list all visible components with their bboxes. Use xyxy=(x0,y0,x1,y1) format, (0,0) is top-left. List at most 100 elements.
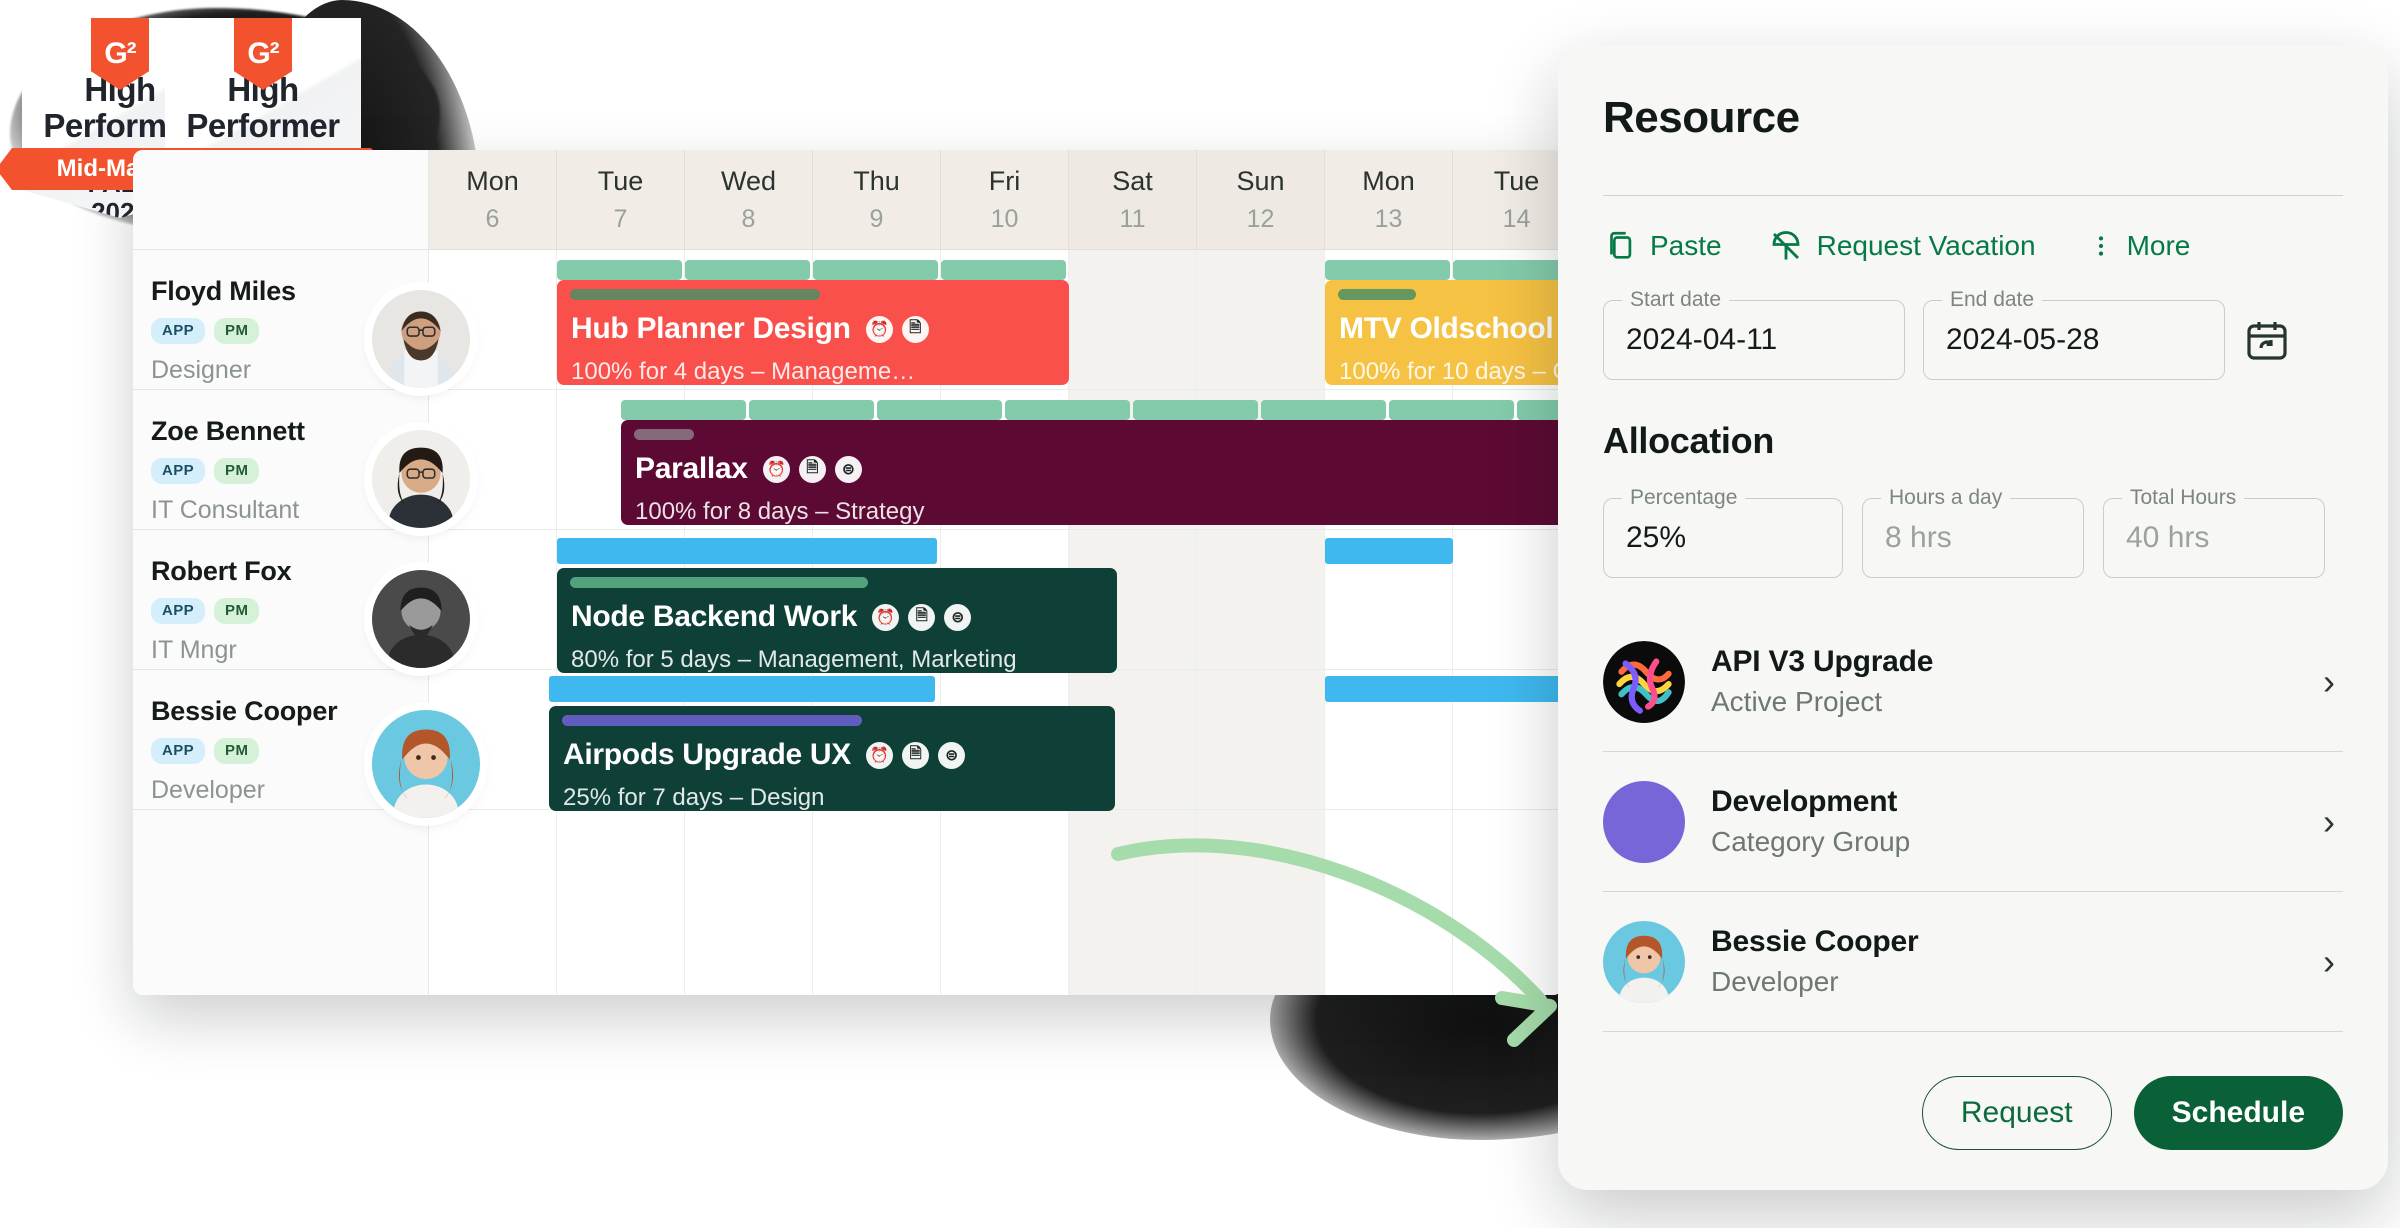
tag-pm: PM xyxy=(214,458,260,484)
day-number: 10 xyxy=(990,205,1019,233)
chevron-right-icon[interactable]: › xyxy=(2323,661,2335,703)
end-date-value: 2024-05-28 xyxy=(1946,323,2100,356)
list-item-subtitle: Developer xyxy=(1711,966,1839,997)
day-col-sat-11[interactable]: Sat 11 xyxy=(1069,150,1197,249)
avatar-photo xyxy=(372,570,470,668)
day-col-wed-8[interactable]: Wed 8 xyxy=(685,150,813,249)
event-title: Node Backend Work xyxy=(571,600,858,633)
event-node-backend-work[interactable]: Node Backend Work ⏰ 🗎 ⊜ 80% for 5 days –… xyxy=(557,568,1117,673)
day-number: 12 xyxy=(1246,205,1275,233)
percentage-label: Percentage xyxy=(1622,486,1746,510)
resource-column-header xyxy=(133,150,428,250)
hours-a-day-field[interactable]: Hours a day 8 hrs xyxy=(1862,486,2084,578)
resource-column: Floyd Miles APP PM Designer Zoe Bennett … xyxy=(133,150,429,995)
day-name: Tue xyxy=(597,166,644,196)
event-progress-grip[interactable] xyxy=(570,289,820,300)
event-hub-planner-design[interactable]: Hub Planner Design ⏰ 🗎 100% for 4 days –… xyxy=(557,280,1069,385)
badge-line-2: Performer xyxy=(186,106,340,144)
note-icon[interactable]: 🗎 xyxy=(798,455,826,483)
avatar-photo xyxy=(372,430,470,528)
link-icon[interactable]: ⊜ xyxy=(937,741,965,769)
day-col-fri-10[interactable]: Fri 10 xyxy=(941,150,1069,249)
end-date-field[interactable]: End date 2024-05-28 xyxy=(1923,288,2225,380)
event-progress-grip[interactable] xyxy=(562,715,862,726)
alarm-icon[interactable]: ⏰ xyxy=(865,315,893,343)
total-hours-field[interactable]: Total Hours 40 hrs xyxy=(2103,486,2325,578)
list-item-text: API V3 Upgrade Active Project xyxy=(1711,645,2323,718)
day-col-mon-13[interactable]: Mon 13 xyxy=(1325,150,1453,249)
list-item-title: Development xyxy=(1711,785,1898,818)
tag-app: APP xyxy=(151,458,206,484)
list-item-text: Bessie Cooper Developer xyxy=(1711,925,2323,998)
timeline-row-bessie-cooper: Airpods Upgrade UX ⏰ 🗎 ⊜ 25% for 7 days … xyxy=(429,670,1563,811)
note-icon[interactable]: 🗎 xyxy=(908,603,936,631)
start-date-value: 2024-04-11 xyxy=(1626,323,1778,356)
schedule-button[interactable]: Schedule xyxy=(2133,1076,2343,1150)
panel-footer: Request Schedule xyxy=(1603,1076,2343,1150)
note-icon[interactable]: 🗎 xyxy=(901,741,929,769)
event-progress-grip[interactable] xyxy=(634,429,694,440)
request-vacation-action[interactable]: Request Vacation xyxy=(1768,228,2036,264)
event-progress-grip[interactable] xyxy=(1338,289,1416,300)
event-title-wrap: Hub Planner Design ⏰ 🗎 xyxy=(571,312,929,346)
allocation-strip xyxy=(557,538,937,564)
day-col-mon-6[interactable]: Mon 6 xyxy=(429,150,557,249)
day-col-tue-14[interactable]: Tue 14 xyxy=(1453,150,1563,249)
list-item-api-v3-upgrade[interactable]: API V3 Upgrade Active Project › xyxy=(1603,612,2343,752)
event-meta: 100% for 8 days – Strategy xyxy=(635,498,925,525)
day-name: Thu xyxy=(853,166,900,196)
day-col-sun-12[interactable]: Sun 12 xyxy=(1197,150,1325,249)
screenshot-root: Floyd Miles APP PM Designer Zoe Bennett … xyxy=(0,0,2400,1228)
event-airpods-upgrade-ux[interactable]: Airpods Upgrade UX ⏰ 🗎 ⊜ 25% for 7 days … xyxy=(549,706,1115,811)
tag-pm: PM xyxy=(214,738,260,764)
link-icon[interactable]: ⊜ xyxy=(944,603,972,631)
paste-action[interactable]: Paste xyxy=(1603,229,1722,263)
resource-role: IT Consultant xyxy=(151,496,300,524)
event-progress-grip[interactable] xyxy=(570,577,868,588)
chevron-right-icon[interactable]: › xyxy=(2323,941,2335,983)
person-photo xyxy=(1603,920,1685,1003)
timeline-rows: Hub Planner Design ⏰ 🗎 100% for 4 days –… xyxy=(429,250,1563,995)
list-item-subtitle: Active Project xyxy=(1711,686,1883,717)
day-col-tue-7[interactable]: Tue 7 xyxy=(557,150,685,249)
event-title: MTV Oldschool xyxy=(1339,312,1554,345)
link-icon[interactable]: ⊜ xyxy=(834,455,862,483)
resource-role: IT Mngr xyxy=(151,636,237,664)
start-date-field[interactable]: Start date 2024-04-11 xyxy=(1603,288,1905,380)
avatar-zoe-bennett[interactable] xyxy=(372,430,470,528)
availability-strip xyxy=(621,400,1563,420)
percentage-field[interactable]: Percentage 25% xyxy=(1603,486,1843,578)
event-mtv-oldschool[interactable]: MTV Oldschool ⏰ 🗎 ⊜ 100% for 10 days – G… xyxy=(1325,280,1563,385)
event-title-wrap: MTV Oldschool ⏰ 🗎 ⊜ xyxy=(1339,312,1563,346)
allocation-strip xyxy=(1325,538,1453,564)
alarm-icon[interactable]: ⏰ xyxy=(762,455,790,483)
day-number: 9 xyxy=(869,205,884,233)
note-icon[interactable]: 🗎 xyxy=(901,315,929,343)
event-parallax[interactable]: Parallax ⏰ 🗎 ⊜ 100% for 8 days – Strateg… xyxy=(621,420,1563,525)
event-meta: 25% for 7 days – Design xyxy=(563,784,825,811)
tag-app: APP xyxy=(151,318,206,344)
avatar-robert-fox[interactable] xyxy=(372,570,470,668)
avatar-floyd-miles[interactable] xyxy=(372,290,470,388)
timeline-row-zoe-bennett: Parallax ⏰ 🗎 ⊜ 100% for 8 days – Strateg… xyxy=(429,390,1563,530)
panel-title: Resource xyxy=(1603,93,1800,142)
list-item-text: Development Category Group xyxy=(1711,785,2323,858)
alarm-icon[interactable]: ⏰ xyxy=(872,603,900,631)
total-hours-label: Total Hours xyxy=(2122,486,2245,510)
calendar-refresh-icon[interactable] xyxy=(2243,316,2291,364)
resource-name: Floyd Miles xyxy=(151,276,296,306)
request-button[interactable]: Request xyxy=(1921,1076,2112,1150)
day-name: Mon xyxy=(466,166,519,196)
availability-strip xyxy=(557,260,1069,280)
list-item-bessie-cooper[interactable]: Bessie Cooper Developer › xyxy=(1603,892,2343,1032)
list-item-development[interactable]: Development Category Group › xyxy=(1603,752,2343,892)
chevron-right-icon[interactable]: › xyxy=(2323,801,2335,843)
avatar-bessie-cooper[interactable] xyxy=(372,710,480,818)
day-name: Mon xyxy=(1362,166,1415,196)
alarm-icon[interactable]: ⏰ xyxy=(865,741,893,769)
more-action[interactable]: More xyxy=(2088,229,2190,263)
event-title: Parallax xyxy=(635,452,748,485)
allocation-strip xyxy=(549,676,935,702)
day-col-thu-9[interactable]: Thu 9 xyxy=(813,150,941,249)
paste-label: Paste xyxy=(1650,230,1722,261)
